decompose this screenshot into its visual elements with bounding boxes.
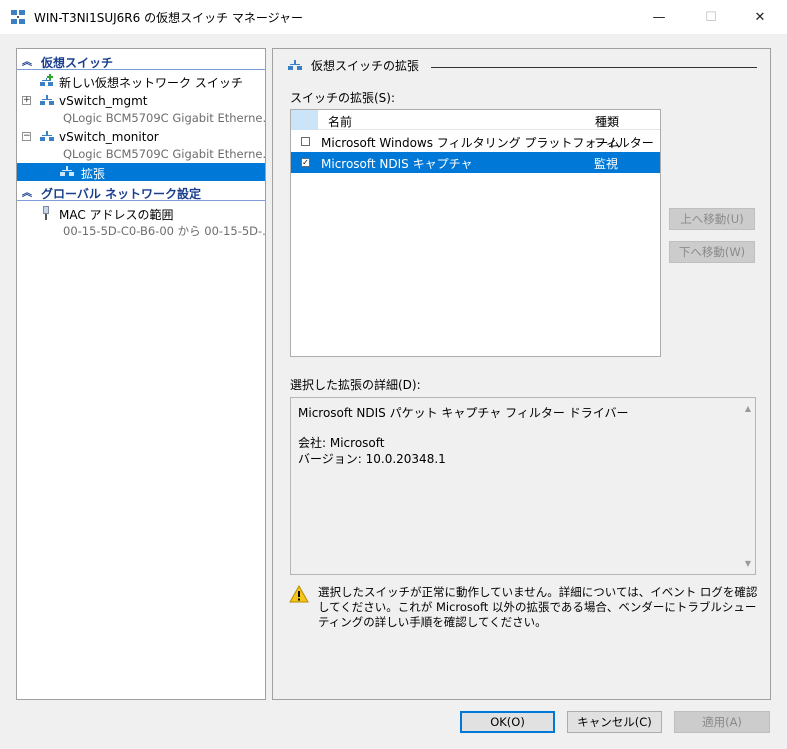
- tree-item-mac-range[interactable]: MAC アドレスの範囲: [17, 204, 265, 222]
- extensions-list[interactable]: 名前 種類 Microsoft Windows フィルタリング プラットフォーム…: [290, 109, 661, 357]
- network-switch-icon: [40, 131, 54, 141]
- collapse-chevron-icon[interactable]: ︽: [22, 184, 32, 199]
- group-title: 仮想スイッチの拡張: [287, 57, 757, 74]
- extension-checkbox[interactable]: [301, 137, 310, 146]
- network-switch-icon: [40, 95, 54, 105]
- checkbox-column-header[interactable]: [291, 110, 318, 130]
- warning-icon: [289, 585, 309, 603]
- section-global-network-settings[interactable]: ︽ グローバル ネットワーク設定: [17, 184, 265, 201]
- tree-item-adapter: QLogic BCM5709C Gigabit Etherne...: [63, 147, 266, 161]
- extensions-panel: 仮想スイッチの拡張 スイッチの拡張(S): 名前 種類 Microsoft Wi…: [272, 48, 771, 700]
- list-item[interactable]: ✓ Microsoft NDIS キャプチャ 監視: [291, 152, 660, 173]
- close-button[interactable]: ✕: [737, 0, 783, 34]
- move-up-button[interactable]: 上へ移動(U): [669, 208, 755, 230]
- title-bar: WIN-T3NI1SUJ6R6 の仮想スイッチ マネージャー — ☐ ✕: [0, 0, 787, 34]
- network-switch-icon: [288, 59, 302, 70]
- extension-details[interactable]: Microsoft NDIS パケット キャプチャ フィルター ドライバー 会社…: [290, 397, 756, 575]
- tree-item-extensions[interactable]: 拡張: [17, 163, 265, 181]
- minimize-button[interactable]: —: [636, 0, 682, 34]
- window-title: WIN-T3NI1SUJ6R6 の仮想スイッチ マネージャー: [34, 11, 304, 25]
- tree-item-adapter: QLogic BCM5709C Gigabit Etherne...: [63, 111, 266, 125]
- move-down-button[interactable]: 下へ移動(W): [669, 241, 755, 263]
- scroll-down-icon[interactable]: ▼: [745, 559, 751, 568]
- column-header-name[interactable]: 名前: [328, 113, 352, 130]
- navigation-tree[interactable]: ︽ 仮想スイッチ 新しい仮想ネットワーク スイッチ + vSwitch_mgmt…: [16, 48, 266, 700]
- column-header-type[interactable]: 種類: [595, 113, 619, 130]
- collapse-chevron-icon[interactable]: ︽: [22, 53, 32, 68]
- tree-item-vswitch-monitor[interactable]: − vSwitch_monitor: [17, 128, 265, 146]
- new-switch-icon: [40, 74, 53, 86]
- details-version: バージョン: 10.0.20348.1: [298, 452, 446, 466]
- tree-item-new-switch[interactable]: 新しい仮想ネットワーク スイッチ: [17, 72, 265, 90]
- tree-item-vswitch-mgmt[interactable]: + vSwitch_mgmt: [17, 92, 265, 110]
- section-virtual-switches[interactable]: ︽ 仮想スイッチ: [17, 53, 265, 70]
- maximize-button[interactable]: ☐: [688, 0, 734, 34]
- details-description: Microsoft NDIS パケット キャプチャ フィルター ドライバー: [298, 406, 629, 420]
- expand-icon[interactable]: +: [22, 96, 31, 105]
- details-company: 会社: Microsoft: [298, 436, 385, 450]
- list-header: 名前 種類: [291, 110, 660, 130]
- extension-icon: [60, 166, 74, 176]
- cancel-button[interactable]: キャンセル(C): [567, 711, 662, 733]
- details-label: 選択した拡張の詳細(D):: [290, 378, 421, 392]
- group-divider: [431, 67, 757, 68]
- collapse-icon[interactable]: −: [22, 132, 31, 141]
- extension-checkbox[interactable]: ✓: [301, 158, 310, 167]
- extensions-list-label: スイッチの拡張(S):: [290, 91, 396, 105]
- switch-manager-icon: [11, 10, 25, 24]
- ok-button[interactable]: OK(O): [460, 711, 555, 733]
- apply-button[interactable]: 適用(A): [674, 711, 770, 733]
- scroll-up-icon[interactable]: ▲: [745, 404, 751, 413]
- warning-message: 選択したスイッチが正常に動作していません。詳細については、イベント ログを確認し…: [318, 585, 758, 629]
- network-adapter-icon: [43, 206, 49, 220]
- mac-range-value: 00-15-5D-C0-B6-00 から 00-15-5D-...: [63, 224, 266, 238]
- list-item[interactable]: Microsoft Windows フィルタリング プラットフォーム フィルター: [291, 131, 660, 152]
